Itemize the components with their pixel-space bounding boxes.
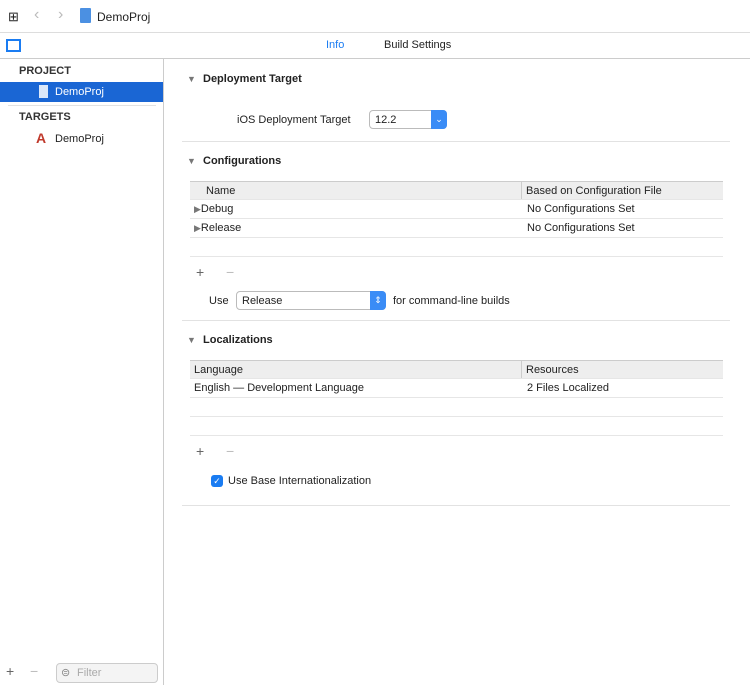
- localizations-table: Language Resources English — Development …: [190, 360, 723, 436]
- project-file-icon: [80, 8, 91, 23]
- chevron-down-icon: ⌄: [431, 110, 447, 129]
- tab-info[interactable]: Info: [326, 39, 344, 51]
- back-icon[interactable]: ‹: [34, 6, 39, 24]
- related-items-icon[interactable]: ⊞: [8, 9, 19, 25]
- disclosure-triangle-icon[interactable]: ▼: [187, 156, 196, 166]
- filter-icon: ⊜: [61, 667, 71, 679]
- chevron-updown-icon: ⇕: [370, 291, 386, 310]
- add-configuration-icon[interactable]: +: [196, 264, 204, 280]
- editor-tabs: Info Build Settings: [0, 33, 750, 59]
- sidebar-item-project[interactable]: DemoProj: [0, 82, 163, 102]
- sidebar-item-target[interactable]: A DemoProj: [0, 129, 163, 149]
- configurations-header: Configurations: [203, 155, 282, 167]
- toolbar: ⊞ ‹ › DemoProj: [0, 0, 750, 33]
- remove-icon[interactable]: −: [30, 663, 38, 679]
- remove-configuration-icon[interactable]: −: [226, 264, 234, 280]
- table-row[interactable]: English — Development Language 2 Files Lo…: [190, 379, 723, 398]
- forward-icon[interactable]: ›: [58, 6, 63, 24]
- targets-section-header: TARGETS: [19, 111, 71, 123]
- base-internationalization-checkbox[interactable]: ✓: [211, 475, 223, 487]
- add-localization-icon[interactable]: +: [196, 443, 204, 459]
- add-icon[interactable]: +: [6, 663, 14, 679]
- remove-localization-icon[interactable]: −: [226, 443, 234, 459]
- sidebar-toggle-icon[interactable]: [6, 39, 21, 52]
- configurations-table: Name Based on Configuration File ▶ Debug No…: [190, 181, 723, 257]
- breadcrumb-project[interactable]: DemoProj: [97, 10, 150, 24]
- app-target-icon: A: [36, 130, 47, 146]
- ios-deployment-label: iOS Deployment Target: [237, 114, 351, 126]
- filter-input[interactable]: ⊜ Filter: [56, 663, 158, 683]
- localizations-header: Localizations: [203, 334, 273, 346]
- use-label: Use: [209, 295, 229, 307]
- deployment-target-header: Deployment Target: [203, 73, 302, 85]
- base-internationalization-label: Use Base Internationalization: [228, 475, 372, 487]
- table-row[interactable]: ▶ Debug No Configurations Set: [190, 200, 723, 219]
- ios-deployment-popup[interactable]: 12.2 ⌄: [369, 110, 447, 129]
- disclosure-triangle-icon[interactable]: ▼: [187, 74, 196, 84]
- project-file-icon: [39, 85, 48, 98]
- disclosure-triangle-icon[interactable]: ▼: [187, 335, 196, 345]
- command-line-config-popup[interactable]: Release ⇕: [236, 291, 386, 310]
- project-info-editor: ▼ Deployment Target iOS Deployment Targe…: [164, 59, 750, 685]
- tab-build-settings[interactable]: Build Settings: [384, 39, 451, 51]
- table-row[interactable]: ▶ Release No Configurations Set: [190, 219, 723, 238]
- project-navigator: PROJECT DemoProj TARGETS A DemoProj + − …: [0, 59, 164, 685]
- command-line-suffix: for command-line builds: [393, 295, 510, 307]
- project-section-header: PROJECT: [19, 65, 71, 77]
